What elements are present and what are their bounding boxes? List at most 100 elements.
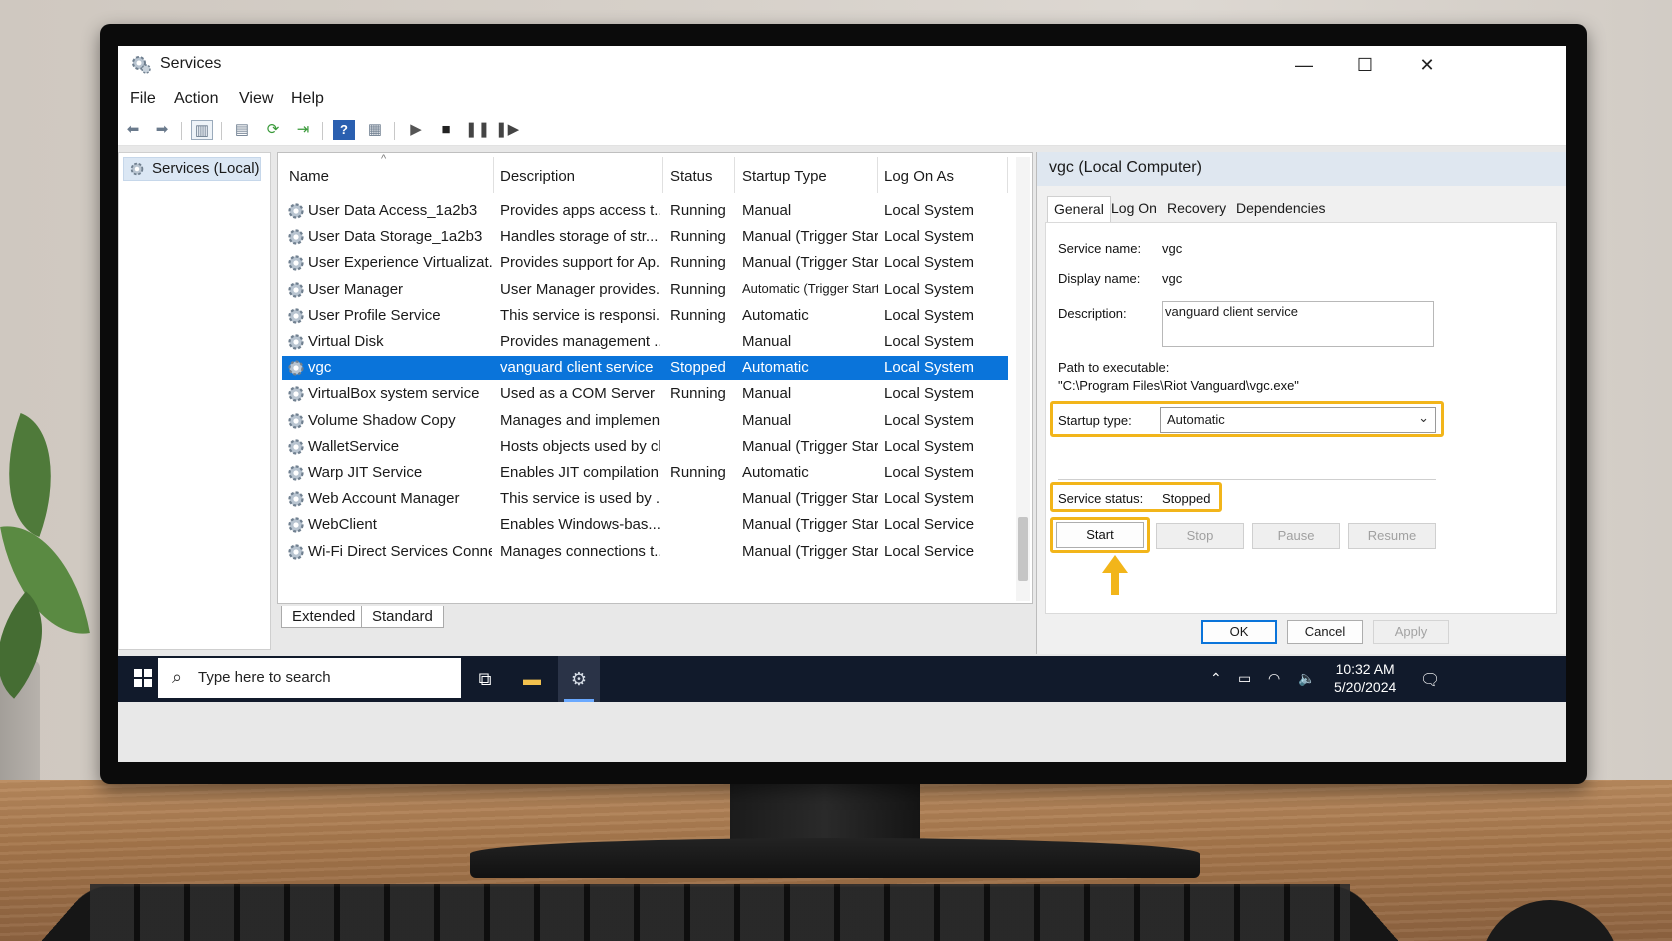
tab-general[interactable]: General	[1047, 196, 1111, 222]
menu-view[interactable]: View	[239, 90, 273, 108]
notifications-icon[interactable]: 🗨	[1420, 670, 1440, 690]
stop-icon[interactable]: ■	[435, 120, 457, 140]
general-tab-panel: Service name: vgc Display name: vgc Desc…	[1045, 222, 1557, 614]
cell-startup-type: Manual (Trigger Start)	[742, 490, 878, 508]
column-header-name[interactable]: Name	[289, 168, 329, 185]
view-tabs: Extended Standard	[277, 604, 1033, 628]
properties-title: vgc (Local Computer)	[1049, 159, 1202, 176]
vertical-scrollbar[interactable]	[1016, 157, 1030, 601]
cancel-button[interactable]: Cancel	[1287, 620, 1363, 644]
restart-icon[interactable]: ❚▶	[495, 120, 519, 140]
export-list-icon[interactable]: ⇥	[292, 120, 314, 140]
table-row[interactable]: Web Account Manager This service is used …	[282, 487, 1008, 511]
taskbar: ⌕ Type here to search ⧉ ▬ ⚙ ⌃ ▭ ◠ 🔈 10:3…	[118, 656, 1566, 702]
table-row[interactable]: vgc vanguard client service Stopped Automat…	[282, 356, 1008, 381]
help-icon[interactable]: ?	[333, 120, 355, 140]
cell-status: Running	[670, 385, 726, 403]
tree-item-services-local[interactable]: Services (Local)	[123, 157, 261, 181]
display-name-value: vgc	[1162, 271, 1183, 286]
back-arrow-icon[interactable]: ⬅	[122, 120, 144, 140]
resume-button[interactable]: Resume	[1348, 523, 1436, 549]
cell-startup-type: Manual (Trigger Start)	[742, 254, 878, 272]
tree-pane: Services (Local)	[118, 152, 271, 650]
table-row[interactable]: WalletService Hosts objects used by cl...…	[282, 435, 1008, 459]
cell-startup-type: Manual (Trigger Start)	[742, 516, 878, 534]
table-row[interactable]: Volume Shadow Copy Manages and implemen..…	[282, 409, 1008, 433]
table-row[interactable]: User Profile Service This service is resp…	[282, 304, 1008, 328]
table-row[interactable]: User Data Access_1a2b3 Provides apps acce…	[282, 199, 1008, 223]
cell-log-on-as: Local System	[884, 411, 975, 429]
cell-name: Web Account Manager	[308, 490, 460, 508]
battery-icon[interactable]: ▭	[1238, 670, 1251, 687]
column-header-startup-type[interactable]: Startup Type	[742, 168, 827, 185]
startup-type-dropdown[interactable]: Automatic ⌄	[1160, 407, 1436, 433]
description-textbox[interactable]: vanguard client service	[1162, 301, 1434, 347]
properties-title-bar: vgc (Local Computer)	[1037, 152, 1566, 186]
ok-button[interactable]: OK	[1201, 620, 1277, 644]
tab-extended[interactable]: Extended	[281, 606, 367, 628]
table-row[interactable]: Warp JIT Service Enables JIT compilation …	[282, 461, 1008, 485]
volume-icon[interactable]: 🔈	[1298, 670, 1315, 687]
table-row[interactable]: User Manager User Manager provides... Runn…	[282, 278, 1008, 302]
windows-start-icon[interactable]	[134, 669, 152, 687]
service-gear-icon	[288, 281, 304, 298]
tab-standard[interactable]: Standard	[361, 606, 444, 628]
view-icon[interactable]: ▦	[364, 120, 386, 140]
table-row[interactable]: WebClient Enables Windows-bas... Manual (T…	[282, 513, 1008, 537]
show-hide-tree-icon[interactable]: ▥	[191, 120, 213, 140]
start-button[interactable]: Start	[1056, 522, 1144, 548]
menu-help[interactable]: Help	[291, 90, 324, 108]
table-row[interactable]: User Data Storage_1a2b3 Handles storage o…	[282, 225, 1008, 249]
taskbar-clock[interactable]: 10:32 AM 5/20/2024	[1334, 660, 1396, 696]
cell-name: VirtualBox system service	[308, 385, 480, 403]
maximize-button[interactable]: ☐	[1342, 50, 1388, 80]
tab-log-on[interactable]: Log On	[1105, 196, 1163, 222]
pause-icon[interactable]: ❚❚	[465, 120, 490, 140]
close-button[interactable]: ✕	[1404, 50, 1450, 80]
pause-button[interactable]: Pause	[1252, 523, 1340, 549]
service-gear-icon	[288, 229, 304, 245]
play-icon[interactable]: ▶	[405, 120, 427, 140]
cell-startup-type: Manual (Trigger Start)	[742, 542, 878, 560]
network-icon[interactable]: ◠	[1268, 670, 1280, 687]
column-divider	[734, 157, 735, 193]
table-row[interactable]: Virtual Disk Provides management ... Manua…	[282, 330, 1008, 354]
scrollbar-thumb[interactable]	[1018, 517, 1028, 581]
services-taskbar-app[interactable]: ⚙	[558, 656, 600, 702]
cell-name: User Manager	[308, 280, 404, 298]
cell-log-on-as: Local System	[884, 280, 975, 298]
cell-description: This service is responsi...	[500, 306, 660, 324]
monitor-base	[470, 838, 1200, 878]
menu-file[interactable]: File	[130, 90, 156, 108]
tab-dependencies[interactable]: Dependencies	[1230, 196, 1332, 222]
task-view-icon[interactable]: ⧉	[472, 666, 498, 692]
properties-icon[interactable]: ▤	[231, 120, 253, 140]
cell-description: Provides support for Ap...	[500, 254, 660, 272]
service-gear-icon	[288, 439, 304, 455]
cell-status: Running	[670, 464, 726, 481]
tab-recovery[interactable]: Recovery	[1161, 196, 1232, 222]
startup-type-label: Startup type:	[1058, 413, 1132, 428]
minimize-button[interactable]: —	[1281, 50, 1327, 80]
cell-status: Running	[670, 306, 726, 324]
table-row[interactable]: User Experience Virtualizat... Provides s…	[282, 251, 1008, 275]
column-header-status[interactable]: Status	[670, 168, 713, 185]
table-row[interactable]: VirtualBox system service Used as a COM S…	[282, 382, 1008, 406]
forward-arrow-icon[interactable]: ➡	[151, 120, 173, 140]
cell-name: vgc	[308, 359, 332, 377]
column-header-log-on-as[interactable]: Log On As	[884, 168, 954, 185]
path-value: "C:\Program Files\Riot Vanguard\vgc.exe"	[1058, 378, 1299, 393]
file-explorer-icon[interactable]: ▬	[519, 666, 545, 692]
column-header-description[interactable]: Description	[500, 168, 575, 185]
cell-log-on-as: Local System	[884, 359, 975, 377]
keyboard-keys	[90, 884, 1350, 941]
refresh-icon[interactable]: ⟳	[262, 120, 284, 140]
table-row[interactable]: Wi-Fi Direct Services Conne... Manages co…	[282, 540, 1008, 564]
stop-button[interactable]: Stop	[1156, 523, 1244, 549]
chevron-up-icon[interactable]: ⌃	[1210, 670, 1222, 687]
menu-action[interactable]: Action	[174, 90, 218, 108]
cell-description: User Manager provides...	[500, 280, 660, 298]
apply-button[interactable]: Apply	[1373, 620, 1449, 644]
taskbar-search-box[interactable]: ⌕ Type here to search	[158, 658, 461, 698]
services-gear-icon	[132, 56, 151, 74]
